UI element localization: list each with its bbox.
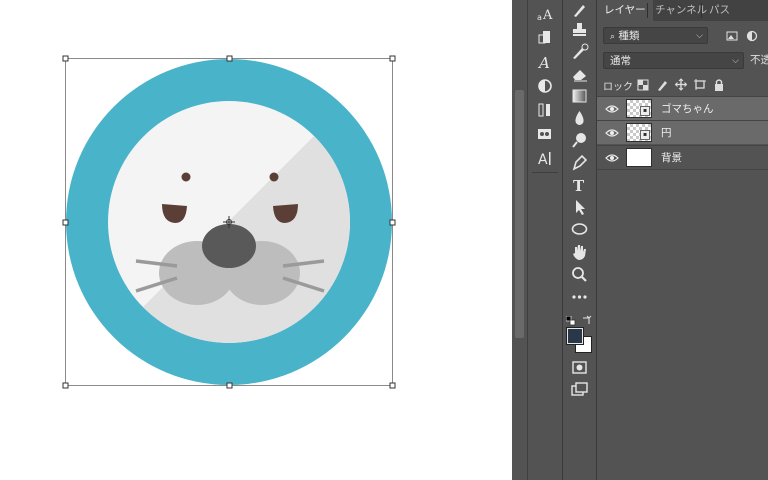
lock-image-pixels-icon[interactable] [655,77,669,92]
svg-text:A: A [538,152,548,168]
lock-transparent-pixels-icon[interactable] [636,77,650,92]
hand-icon[interactable] [568,242,591,262]
layer-name[interactable]: 円 [661,121,672,145]
default-colors-icon[interactable] [565,311,576,326]
lock-row: ロック : [597,76,768,94]
eye-icon[interactable] [605,102,619,116]
adjustments-icon[interactable] [534,76,556,96]
document-canvas[interactable] [0,0,512,480]
smart-object-icon: ▪ [640,130,650,140]
layer-name[interactable]: ゴマちゃん [661,97,714,121]
image-filter-icon[interactable] [724,28,740,44]
seal-artwork[interactable] [0,0,512,480]
pen-icon[interactable] [568,152,591,172]
secondary-panel-dock: Aa A A [528,0,563,480]
character-icon[interactable]: A [534,52,556,72]
eyebrow-right [269,172,279,182]
layer-row[interactable]: 背景 [597,145,768,169]
layers-panel: レイヤー チャンネル パス ⌕ 種類 ⌵ 通常 ⌵ 不透 ロック : ▪ ゴマち… [597,0,768,480]
adjustment-filter-icon[interactable] [744,28,760,44]
more-tools-icon[interactable] [568,287,591,307]
opacity-label: 不透 [750,54,768,66]
path-select-icon[interactable] [568,197,591,217]
layer-name[interactable]: 背景 [661,146,682,170]
svg-text:T: T [573,177,585,195]
layers-list-end-divider [597,169,768,170]
screen-mode-icon[interactable] [568,380,591,400]
layer-thumbnail: ▪ [626,99,652,118]
scroll-thumb[interactable] [515,90,524,338]
svg-text:A: A [542,8,553,23]
type-icon[interactable]: T [568,175,591,195]
zoom-icon[interactable] [568,264,591,284]
ellipse-icon[interactable] [568,219,591,239]
quick-mask-icon[interactable] [568,358,591,378]
lock-position-icon[interactable] [674,77,688,92]
eye-icon[interactable] [605,151,619,165]
lock-artboard-icon[interactable] [693,77,707,92]
filter-label: 種類 [618,30,640,42]
eraser-icon[interactable] [568,64,591,84]
layer-row[interactable]: ▪ 円 [597,120,768,144]
brush-icon[interactable] [568,0,591,20]
canvas-scrollbar[interactable] [512,0,528,480]
3d-icon[interactable] [534,124,556,144]
glyphs-icon[interactable]: A [534,148,556,168]
foreground-color-swatch[interactable] [566,327,584,345]
gradient-icon[interactable] [568,86,591,106]
tab-layers[interactable]: レイヤー [597,0,653,21]
svg-text:a: a [537,13,542,22]
tab-paths[interactable]: パス [702,0,737,21]
panel-divider [532,172,558,173]
blur-icon[interactable] [568,108,591,128]
layer-thumbnail [626,148,652,167]
lock-all-icon[interactable] [712,77,726,92]
panel-tab-bar: レイヤー チャンネル パス [597,0,768,21]
layer-row[interactable]: ▪ ゴマちゃん [597,96,768,120]
svg-text:A: A [537,54,550,72]
history-icon[interactable] [534,100,556,120]
chevron-down-icon: ⌵ [732,56,739,66]
tools-panel: T [563,0,597,480]
blend-mode-value: 通常 [610,55,631,67]
swap-colors-icon[interactable] [582,310,592,324]
history-brush-icon[interactable] [568,42,591,62]
paragraph-icon[interactable] [534,28,556,48]
eyebrow-left [181,172,191,182]
search-icon: ⌕ [610,32,616,42]
layer-thumbnail: ▪ [626,123,652,142]
chevron-down-icon: ⌵ [696,31,703,41]
layer-filter-dropdown[interactable]: ⌕ 種類 ⌵ [603,27,708,44]
nose [202,224,256,268]
stamp-icon[interactable] [568,20,591,40]
blend-mode-dropdown[interactable]: 通常 ⌵ [603,52,744,69]
dodge-icon[interactable] [568,130,591,150]
character-style-icon[interactable]: Aa [534,4,556,24]
smart-object-icon: ▪ [640,106,650,116]
eye-icon[interactable] [605,126,619,140]
lock-label: ロック : [603,82,640,93]
